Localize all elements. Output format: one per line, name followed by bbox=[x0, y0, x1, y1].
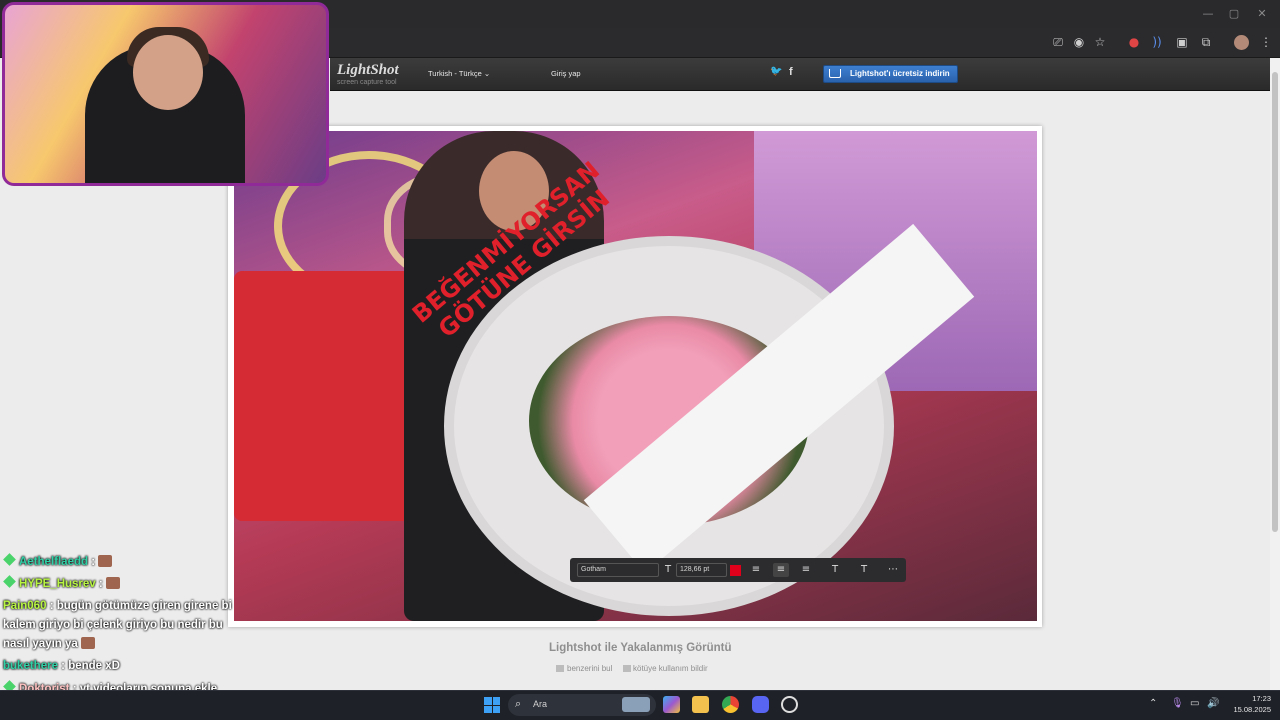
search-similar-icon bbox=[556, 665, 564, 672]
download-button[interactable]: Lightshot'ı ücretsiz indirin bbox=[823, 65, 958, 83]
screen-cast-icon[interactable]: ⎚ bbox=[1050, 34, 1066, 50]
screenshot-image[interactable] bbox=[234, 131, 1037, 621]
chat-message: bukethere : bende xD bbox=[3, 657, 120, 676]
login-link[interactable]: Giriş yap bbox=[551, 69, 581, 78]
logo-subtitle: screen capture tool bbox=[337, 79, 397, 86]
download-icon bbox=[829, 69, 841, 78]
discord-icon[interactable] bbox=[752, 696, 769, 713]
cube-extension-icon[interactable]: ▣ bbox=[1174, 34, 1190, 50]
app-icon[interactable] bbox=[781, 696, 798, 713]
search-highlight-icon bbox=[622, 697, 650, 712]
chat-username: bukethere bbox=[3, 660, 58, 672]
font-family-value: Gotham bbox=[581, 566, 606, 573]
image-caption: Lightshot ile Yakalanmış Görüntü bbox=[549, 642, 732, 654]
find-similar-link[interactable]: benzerini bul bbox=[567, 664, 612, 673]
chat-text: : bbox=[91, 556, 96, 568]
facebook-icon[interactable]: f bbox=[789, 66, 793, 78]
font-size-icon: T bbox=[664, 564, 672, 575]
lightshot-logo[interactable]: LightShot bbox=[337, 62, 399, 79]
more-options-icon[interactable]: ⋯ bbox=[885, 563, 901, 577]
font-size-value: 128,66 pt bbox=[680, 566, 710, 573]
microphone-icon[interactable]: 🎙 bbox=[1171, 698, 1184, 709]
search-icon: ⌕ bbox=[515, 697, 522, 710]
network-icon[interactable]: ▭ bbox=[1190, 698, 1199, 709]
align-right-icon[interactable]: ≡ bbox=[798, 563, 814, 577]
start-icon[interactable] bbox=[484, 697, 500, 713]
emote-icon bbox=[98, 555, 113, 567]
chrome-icon[interactable] bbox=[722, 696, 739, 713]
avatar[interactable] bbox=[1234, 35, 1249, 50]
twitter-icon[interactable]: 🐦 bbox=[770, 66, 782, 77]
emote-icon bbox=[105, 577, 120, 589]
text-warp-icon[interactable]: T bbox=[827, 563, 843, 577]
align-left-icon[interactable]: ≡ bbox=[748, 563, 764, 577]
search-placeholder: Ara bbox=[533, 699, 548, 709]
chat-text: : bbox=[98, 578, 103, 590]
text-color-swatch[interactable] bbox=[730, 565, 741, 576]
tray-overflow-icon[interactable]: ⌃ bbox=[1149, 698, 1157, 709]
sub-badge-icon bbox=[3, 575, 16, 588]
chat-username: Aethelflaedd bbox=[19, 556, 89, 568]
star-icon[interactable]: ☆ bbox=[1092, 34, 1108, 50]
chat-username: Pain060 bbox=[3, 600, 47, 612]
puzzle-icon[interactable]: ⧉ bbox=[1198, 34, 1214, 50]
emote-icon bbox=[80, 637, 95, 649]
sound-wave-icon[interactable]: )) bbox=[1149, 34, 1165, 50]
chat-message: HYPE_Husrev : bbox=[3, 575, 120, 594]
report-icon bbox=[623, 665, 631, 672]
taskbar-clock[interactable]: 17:23 15.08.2025 bbox=[1231, 693, 1271, 715]
language-selector[interactable]: Turkish - Türkçe ⌄ bbox=[428, 69, 490, 78]
sub-badge-icon bbox=[3, 553, 16, 566]
chat-text: : bende xD bbox=[61, 660, 120, 672]
maximize-icon[interactable]: ▢ bbox=[1226, 6, 1242, 22]
file-explorer-icon[interactable] bbox=[692, 696, 709, 713]
chat-message: Pain060 : bugün götümüze giren girene bi… bbox=[3, 597, 249, 654]
chat-username: HYPE_Husrev bbox=[19, 578, 96, 590]
extension-badge-icon[interactable]: ● bbox=[1126, 34, 1142, 50]
close-icon[interactable]: ✕ bbox=[1254, 6, 1270, 22]
text-options-icon[interactable]: T bbox=[856, 563, 872, 577]
eye-off-icon[interactable]: ◉ bbox=[1071, 34, 1087, 50]
report-abuse-link[interactable]: kötüye kullanım bildir bbox=[633, 664, 708, 673]
scrollbar-thumb[interactable] bbox=[1272, 72, 1278, 532]
align-center-icon[interactable]: ≡ bbox=[773, 563, 789, 577]
webcam-overlay bbox=[2, 2, 329, 186]
menu-icon[interactable]: ⋮ bbox=[1258, 34, 1274, 50]
streamer-face bbox=[133, 35, 203, 110]
volume-icon[interactable]: 🔊 bbox=[1207, 698, 1219, 709]
minimize-icon[interactable]: — bbox=[1200, 6, 1216, 22]
chat-message: Aethelflaedd : bbox=[3, 553, 113, 572]
copilot-icon[interactable] bbox=[663, 696, 680, 713]
